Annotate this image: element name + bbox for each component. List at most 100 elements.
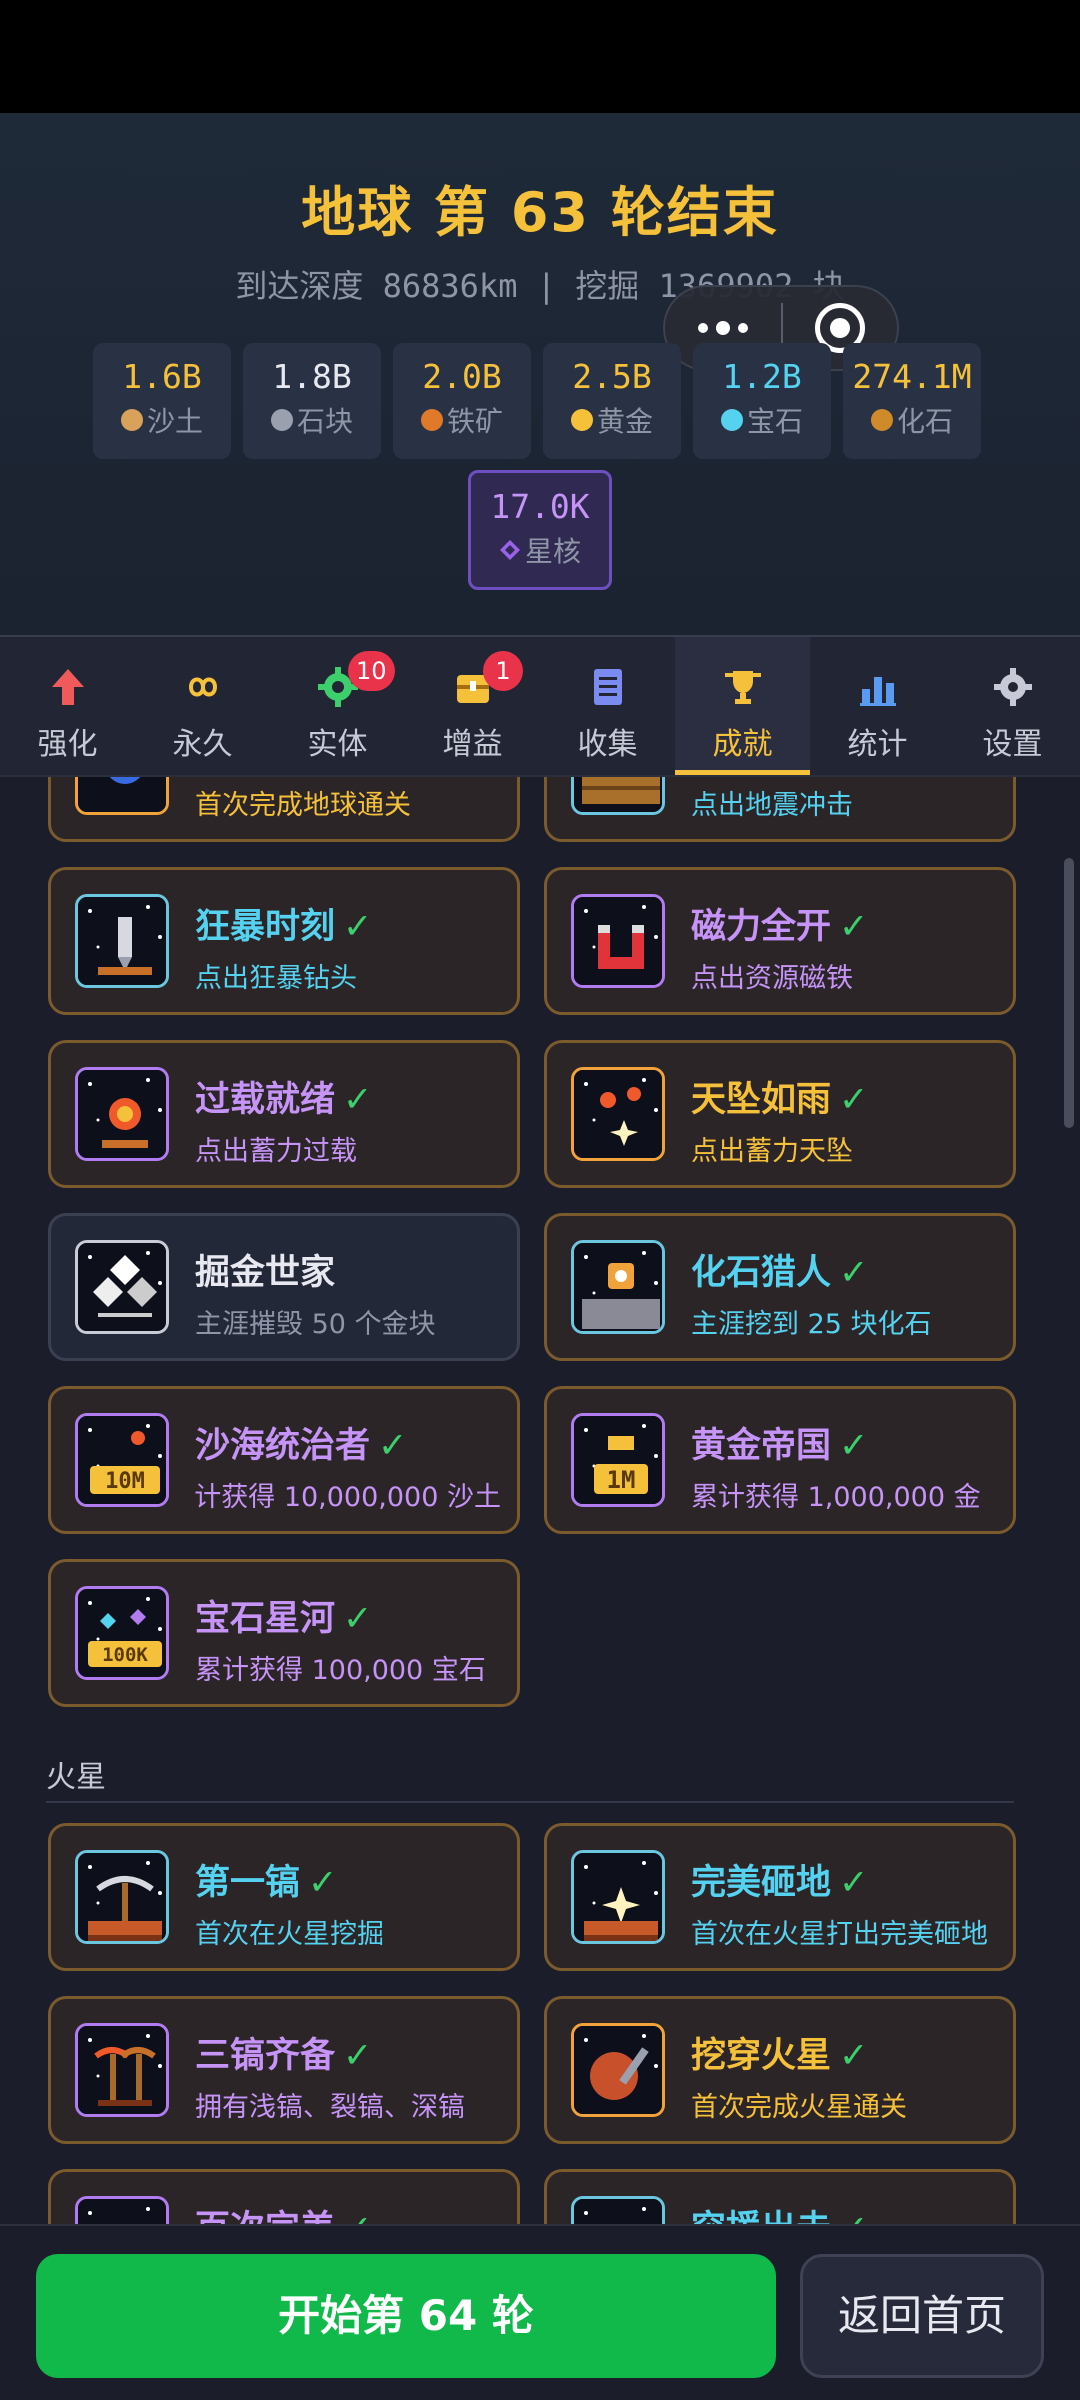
section-title-mars: 火星: [46, 1760, 106, 1795]
achievement-name: 沙海统治者: [195, 1426, 371, 1466]
tab-settings[interactable]: 设置: [945, 637, 1080, 775]
achievement-card[interactable]: 挖穿火星 ✓ 首次完成火星通关: [544, 1996, 1016, 2144]
achievement-name: 第一镐: [195, 1863, 301, 1903]
scrollbar[interactable]: [1064, 858, 1074, 1128]
achievement-card[interactable]: 天坠如雨 ✓ 点出蓄力天坠: [544, 1040, 1016, 1188]
achievement-card[interactable]: 完美砸地 ✓ 首次在火星打出完美砸地: [544, 1823, 1016, 1971]
tab-upgrade[interactable]: 强化: [0, 637, 135, 775]
achievement-description: 点出狂暴钻头: [195, 963, 357, 994]
achievement-card[interactable]: 化石猎人 ✓ 主涯挖到 25 块化石: [544, 1213, 1016, 1361]
page-title: 地球 第 63 轮结束: [301, 181, 779, 244]
achievement-card[interactable]: 10M 沙海统治者 ✓ 累计获得 10,000,000 沙土: [48, 1386, 520, 1534]
achievement-card[interactable]: 首次完成地球通关: [48, 777, 520, 842]
tab-label: 收集: [577, 727, 638, 762]
star-core-label: 星核: [524, 535, 581, 568]
achievement-name: 三镐齐备: [195, 2036, 336, 2076]
sand-10m-icon: 10M: [75, 1413, 169, 1507]
infinity-icon: [181, 665, 225, 709]
achievement-card[interactable]: 100K 宝石星河 ✓ 累计获得 100,000 宝石: [48, 1559, 520, 1707]
achievement-name: 百次完美: [195, 2209, 335, 2224]
achievement-card[interactable]: 三镐齐备 ✓ 拥有浅镐、裂镐、深镐: [48, 1996, 520, 2144]
notification-badge: 1: [483, 651, 523, 691]
completed-check-icon: ✓: [839, 1426, 869, 1466]
achievement-card[interactable]: 狂暴时刻 ✓ 点出狂暴钻头: [48, 867, 520, 1015]
start-next-round-button[interactable]: 开始第 64 轮: [36, 2254, 776, 2378]
resource-label: 化石: [896, 405, 953, 438]
achievement-card[interactable]: 1M 黄金帝国 ✓ 累计获得 1,000,000 金: [544, 1386, 1016, 1534]
achievement-card[interactable]: 点出地震冲击: [544, 777, 1016, 842]
achievement-card[interactable]: 百次完美 ✓: [48, 2169, 520, 2224]
completed-check-icon: ✓: [839, 2209, 868, 2224]
completed-check-icon: ✓: [378, 1426, 408, 1466]
mars-icon: [571, 2023, 665, 2117]
achievement-card[interactable]: 掘金世家 主涯摧毁 50 个金块: [48, 1213, 520, 1361]
achievement-description: 点出蓄力天坠: [691, 1136, 853, 1167]
completed-check-icon: ✓: [839, 2036, 869, 2076]
svg-text:100K: 100K: [102, 1644, 148, 1666]
hundred-icon: [75, 2196, 169, 2224]
resource-value: 2.5B: [572, 357, 652, 396]
completed-check-icon: ✓: [839, 1080, 869, 1120]
planet-icon: [75, 777, 169, 815]
fossil-icon: [571, 1240, 665, 1334]
tab-label: 增益: [442, 727, 503, 762]
completed-check-icon: ✓: [343, 2209, 372, 2224]
gold-blocks-icon: [75, 1240, 169, 1334]
achievement-name: 挖穿火星: [691, 2036, 832, 2076]
tab-label: 永久: [172, 727, 233, 762]
tab-buff[interactable]: 增益 1: [405, 637, 540, 775]
achievement-card[interactable]: 过载就绪 ✓ 点出蓄力过载: [48, 1040, 520, 1188]
achievement-card[interactable]: 第一镐 ✓ 首次在火星挖掘: [48, 1823, 520, 1971]
achievement-description: 主涯摧毁 50 个金块: [195, 1309, 436, 1340]
achievement-description: 点出蓄力过载: [195, 1136, 357, 1167]
achievement-description: 点出资源磁铁: [691, 963, 853, 994]
completed-check-icon: ✓: [343, 907, 373, 947]
tab-entity[interactable]: 实体 10: [270, 637, 405, 775]
tab-label: 成就: [712, 727, 773, 762]
resource-value: 1.6B: [122, 357, 202, 396]
achievement-description: 拥有浅镐、裂镐、深镐: [195, 2092, 465, 2123]
tab-bar: 强化 永久 实体 10 增益 1 收集 成就 统计 设置: [0, 635, 1080, 777]
completed-check-icon: ✓: [343, 1599, 373, 1639]
tab-collection[interactable]: 收集: [540, 637, 675, 775]
completed-check-icon: ✓: [839, 1863, 869, 1903]
resource-icon: [870, 409, 893, 431]
completed-check-icon: ✓: [343, 1080, 373, 1120]
notification-badge: 10: [348, 651, 395, 691]
return-home-button[interactable]: 返回首页: [800, 2254, 1044, 2378]
achievements-list[interactable]: 首次完成地球通关 点出地震冲击 狂暴时刻 ✓ 点出狂暴钻头 磁力全开 ✓ 点出资源磁铁 过载就绪…: [0, 777, 1080, 2224]
svg-text:10M: 10M: [105, 1469, 145, 1494]
resource-value: 1.2B: [722, 357, 802, 396]
completed-check-icon: ✓: [839, 1253, 869, 1293]
trophy-icon: [721, 665, 765, 709]
tab-achievements[interactable]: 成就: [675, 637, 810, 775]
achievement-name: 宝石星河: [195, 1599, 336, 1639]
achievement-name: 天坠如雨: [691, 1080, 832, 1120]
achievement-description: 累计获得 1,000,000 金: [691, 1482, 981, 1513]
achievement-name: 完美砸地: [691, 1863, 832, 1903]
tab-permanent[interactable]: 永久: [135, 637, 270, 775]
gold-1m-icon: 1M: [571, 1413, 665, 1507]
resource-label: 沙土: [146, 405, 203, 438]
resource-label: 铁矿: [446, 405, 503, 438]
achievement-name: 狂暴时刻: [195, 907, 336, 947]
round-summary-header: 地球 第 63 轮结束 到达深度 86836km | 挖掘 1369902 块 …: [0, 113, 1080, 635]
achievement-card[interactable]: 磁力全开 ✓ 点出资源磁铁: [544, 867, 1016, 1015]
achievement-description: 累计获得 10,000,000 沙土: [195, 1482, 501, 1513]
achievement-description: 点出地震冲击: [691, 790, 853, 821]
achievement-card[interactable]: 突援出击 ✓: [544, 2169, 1016, 2224]
tab-stats[interactable]: 统计: [810, 637, 945, 775]
resource-icon: [120, 409, 143, 431]
tab-label: 实体: [307, 727, 368, 762]
bar-chart-icon: [856, 665, 900, 709]
magnet-icon: [571, 894, 665, 988]
pickaxe-icon: [75, 1850, 169, 1944]
meteor-icon: [571, 1067, 665, 1161]
resource-2: 2.0B 铁矿: [393, 343, 531, 459]
three-picks-icon: [75, 2023, 169, 2117]
achievement-name: 磁力全开: [691, 907, 832, 947]
achievement-description: 首次完成火星通关: [691, 2092, 907, 2123]
resource-icon: [420, 409, 443, 431]
achievement-description: 累计获得 100,000 宝石: [195, 1655, 486, 1686]
achievement-description: 首次完成地球通关: [195, 790, 411, 821]
